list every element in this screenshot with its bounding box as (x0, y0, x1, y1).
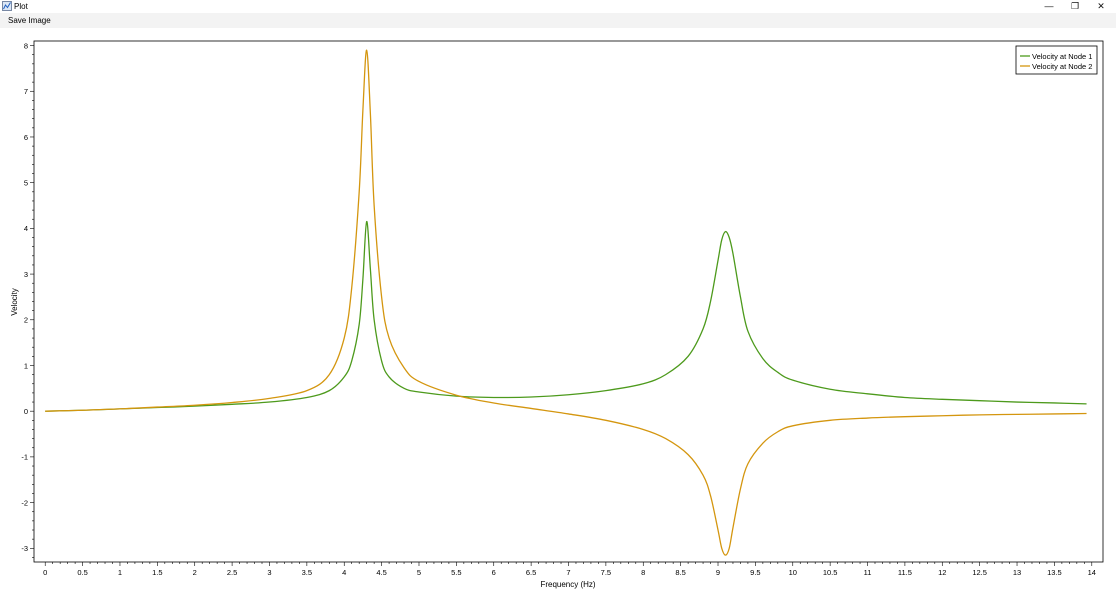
y-tick-label: 2 (24, 316, 28, 325)
y-tick-label: -3 (21, 544, 28, 553)
x-tick-label: 8.5 (675, 568, 685, 577)
x-tick-label: 6 (492, 568, 496, 577)
legend-label-node-2: Velocity at Node 2 (1032, 62, 1092, 71)
x-tick-label: 13.5 (1047, 568, 1062, 577)
x-tick-label: 12.5 (972, 568, 987, 577)
legend: Velocity at Node 1 Velocity at Node 2 (1015, 45, 1098, 75)
x-tick-label: 2.5 (227, 568, 237, 577)
y-tick-label: -1 (21, 453, 28, 462)
x-tick-label: 6.5 (526, 568, 536, 577)
x-tick-label: 7.5 (601, 568, 611, 577)
x-axis: 0 0.5 1 1.5 2 2.5 3 3.5 4 4.5 5 5.5 6 6.5 7 7.5 8 8.5 9 9.5… (43, 562, 1096, 577)
x-tick-label: 7 (566, 568, 570, 577)
x-tick-label: 11.5 (898, 568, 912, 577)
minimize-button[interactable]: — (1036, 0, 1062, 13)
x-tick-label: 9.5 (750, 568, 760, 577)
x-tick-label: 12 (938, 568, 946, 577)
y-tick-label: 4 (24, 224, 28, 233)
x-tick-label: 14 (1088, 568, 1096, 577)
y-tick-label: 0 (24, 407, 28, 416)
x-tick-label: 0.5 (77, 568, 87, 577)
x-tick-label: 3 (267, 568, 271, 577)
x-tick-label: 1.5 (152, 568, 162, 577)
x-tick-label: 2 (193, 568, 197, 577)
x-tick-label: 9 (716, 568, 720, 577)
y-axis: -3 -2 -1 0 1 2 3 4 5 6 7 8 (21, 41, 34, 558)
x-tick-label: 1 (118, 568, 122, 577)
y-tick-label: 5 (24, 178, 28, 187)
y-tick-label: 1 (24, 361, 28, 370)
velocity-chart: -3-2-1012345678 0 0.5 1 1.5 2 2.5 3 3.5 4 4.5 5 5.5… (10, 40, 1104, 589)
window-title: Plot (14, 2, 28, 11)
y-tick-label: -2 (21, 498, 28, 507)
x-tick-label: 3.5 (302, 568, 312, 577)
x-tick-label: 8 (641, 568, 645, 577)
x-tick-label: 10.5 (823, 568, 838, 577)
x-axis-label: Frequency (Hz) (540, 580, 595, 589)
y-tick-label: 7 (24, 87, 28, 96)
y-tick-label: 3 (24, 270, 28, 279)
x-tick-label: 4.5 (376, 568, 386, 577)
x-tick-label: 4 (342, 568, 346, 577)
x-tick-label: 0 (43, 568, 47, 577)
x-tick-label: 5.5 (451, 568, 461, 577)
y-axis-label: Velocity (10, 288, 19, 316)
x-tick-label: 13 (1013, 568, 1021, 577)
close-button[interactable]: ✕ (1088, 0, 1114, 13)
restore-button[interactable]: ❐ (1062, 0, 1088, 13)
legend-label-node-1: Velocity at Node 1 (1032, 52, 1092, 61)
x-tick-label: 5 (417, 568, 421, 577)
x-tick-label: 10 (789, 568, 797, 577)
x-tick-label: 11 (864, 568, 872, 577)
title-bar: Plot — ❐ ✕ (0, 0, 1116, 13)
y-tick-label: 8 (24, 41, 28, 50)
save-image-menu-item[interactable]: Save Image (8, 15, 51, 26)
y-tick-label: 6 (24, 133, 28, 142)
plot-window-icon (2, 1, 12, 11)
menu-bar: Save Image (0, 13, 1116, 28)
plot-area (33, 40, 1104, 563)
